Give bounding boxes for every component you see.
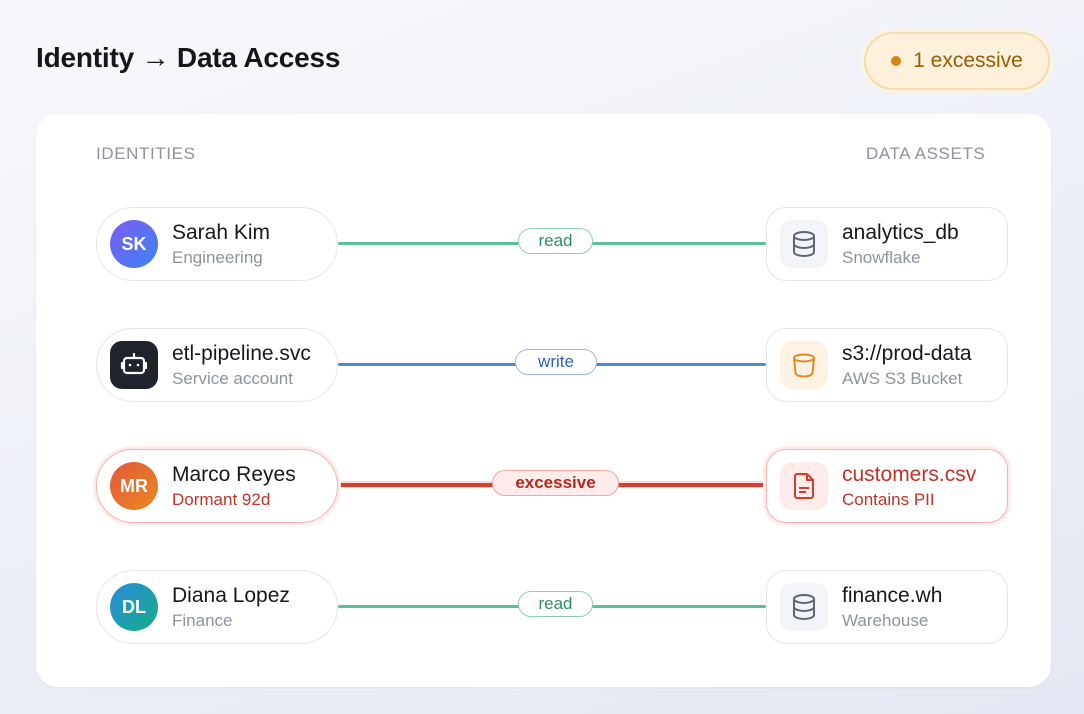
data-assets-column-header: DATA ASSETS bbox=[866, 144, 986, 163]
access-edge-label[interactable]: read bbox=[518, 591, 593, 617]
database-icon bbox=[780, 220, 828, 268]
database-icon bbox=[780, 583, 828, 631]
identity-subtitle: Service account bbox=[172, 368, 293, 388]
avatar: MR bbox=[110, 462, 158, 510]
access-edge-label[interactable]: write bbox=[515, 349, 597, 375]
pii-warning: Contains PII bbox=[842, 489, 935, 509]
identity-subtitle: Finance bbox=[172, 610, 233, 630]
asset-name: s3://prod-data bbox=[842, 341, 972, 365]
identity-name: Sarah Kim bbox=[172, 220, 271, 244]
asset-node-finance-wh[interactable]: finance.wh Warehouse bbox=[766, 570, 1008, 644]
excessive-count-badge[interactable]: 1 excessive bbox=[864, 32, 1050, 90]
asset-name: analytics_db bbox=[842, 220, 959, 244]
file-icon bbox=[780, 462, 828, 510]
identity-node-marco-reyes[interactable]: MR Marco Reyes Dormant 92d bbox=[96, 449, 338, 523]
asset-node-analytics-db[interactable]: analytics_db Snowflake bbox=[766, 207, 1008, 281]
access-edge-label[interactable]: read bbox=[518, 228, 593, 254]
asset-node-customers-csv[interactable]: customers.csv Contains PII bbox=[766, 449, 1008, 523]
identity-name: Marco Reyes bbox=[172, 462, 296, 486]
identity-node-etl-pipeline[interactable]: etl-pipeline.svc Service account bbox=[96, 328, 338, 402]
page-title: Identity → Data Access bbox=[36, 42, 341, 73]
robot-icon bbox=[110, 341, 158, 389]
identities-column-header: IDENTITIES bbox=[96, 144, 196, 163]
bucket-icon bbox=[780, 341, 828, 389]
identity-subtitle: Engineering bbox=[172, 247, 263, 267]
dormant-status: Dormant 92d bbox=[172, 489, 271, 509]
asset-subtitle: Warehouse bbox=[842, 610, 929, 630]
asset-name: customers.csv bbox=[842, 462, 977, 486]
asset-subtitle: AWS S3 Bucket bbox=[842, 368, 963, 388]
identity-node-sarah-kim[interactable]: SK Sarah Kim Engineering bbox=[96, 207, 338, 281]
warning-dot-icon bbox=[891, 56, 902, 66]
avatar: DL bbox=[110, 583, 158, 631]
badge-label: 1 excessive bbox=[913, 49, 1023, 72]
identity-name: etl-pipeline.svc bbox=[172, 341, 311, 365]
asset-node-s3-prod-data[interactable]: s3://prod-data AWS S3 Bucket bbox=[766, 328, 1008, 402]
asset-subtitle: Snowflake bbox=[842, 247, 921, 267]
avatar: SK bbox=[110, 220, 158, 268]
identity-node-diana-lopez[interactable]: DL Diana Lopez Finance bbox=[96, 570, 338, 644]
identity-name: Diana Lopez bbox=[172, 583, 290, 607]
asset-name: finance.wh bbox=[842, 583, 943, 607]
excessive-edge-label[interactable]: excessive bbox=[492, 470, 619, 496]
